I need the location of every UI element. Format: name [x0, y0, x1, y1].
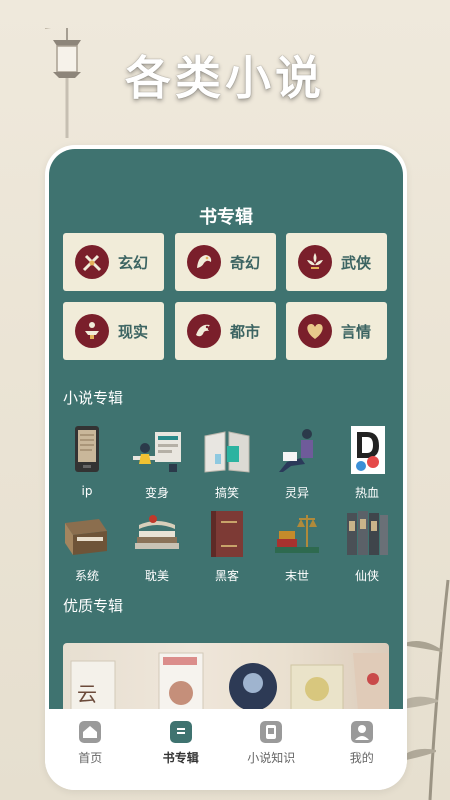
- tab-label: 我的: [349, 751, 374, 765]
- svg-text:云: 云: [77, 682, 97, 706]
- city-dragon-icon: [187, 314, 221, 348]
- novel-section-title: 小说专辑: [63, 389, 124, 407]
- knowledge-icon: [260, 721, 283, 743]
- tab-label: 小说知识: [247, 751, 296, 765]
- fleur-icon: [298, 245, 332, 279]
- promo-headline: 各类小说: [125, 51, 325, 105]
- genre-card-dushi[interactable]: 都市: [175, 302, 276, 360]
- bottom-tab-bar: 首页 书专辑 小说知识 我的: [45, 709, 407, 790]
- tab-profile[interactable]: 我的: [317, 709, 408, 790]
- app-screen: 书专辑 玄幻 奇幻 武侠 现实 都市 言情 小说专辑 ip 变身 搞笑 灵异 热…: [49, 149, 403, 709]
- profile-icon: [350, 721, 373, 743]
- genre-card-xuanhuan[interactable]: 玄幻: [63, 233, 164, 291]
- ereader-icon: [59, 424, 115, 478]
- genre-card-wuxia[interactable]: 武侠: [286, 233, 387, 291]
- book-box-icon: [59, 507, 115, 561]
- scroll-books-icon: [129, 507, 185, 561]
- tab-knowledge[interactable]: 小说知识: [226, 709, 317, 790]
- genre-label: 都市: [230, 322, 261, 341]
- genre-card-qihuan[interactable]: 奇幻: [175, 233, 276, 291]
- quality-banner[interactable]: 云: [63, 643, 389, 709]
- genre-card-yanqing[interactable]: 言情: [286, 302, 387, 360]
- red-book-icon: [199, 507, 255, 561]
- genre-label: 言情: [341, 322, 372, 341]
- genre-label: 武侠: [341, 253, 372, 272]
- novel-tile-moshi[interactable]: 末世: [269, 507, 325, 584]
- swords-icon: [75, 245, 109, 279]
- heart-icon: [298, 314, 332, 348]
- genre-label: 玄幻: [118, 253, 149, 272]
- genre-label: 奇幻: [230, 253, 261, 272]
- dragon-icon: [187, 245, 221, 279]
- banner-artwork-icon: 云: [70, 652, 389, 709]
- tile-label: 耽美: [144, 569, 169, 583]
- tile-label: ip: [81, 484, 93, 498]
- novel-tile-lingyi[interactable]: 灵异: [269, 424, 325, 501]
- tile-label: 灵异: [284, 486, 309, 500]
- novel-tile-xitong[interactable]: 系统: [59, 507, 115, 584]
- tile-label: 热血: [354, 486, 379, 500]
- book-list-icon: [169, 721, 192, 743]
- tab-label: 首页: [78, 751, 103, 765]
- phone-frame: 书专辑 玄幻 奇幻 武侠 现实 都市 言情 小说专辑 ip 变身 搞笑 灵异 热…: [45, 145, 407, 790]
- tab-label: 书专辑: [162, 751, 199, 765]
- tile-label: 仙侠: [354, 569, 379, 583]
- lamp-icon: [75, 314, 109, 348]
- tile-label: 末世: [284, 569, 309, 583]
- tab-home[interactable]: 首页: [45, 709, 136, 790]
- novel-tile-gaoxiao[interactable]: 搞笑: [199, 424, 255, 501]
- home-icon: [79, 721, 102, 743]
- novel-tile-ip[interactable]: ip: [59, 424, 115, 498]
- tile-label: 变身: [144, 486, 169, 500]
- book-spines-icon: [339, 507, 395, 561]
- novel-tile-bianshen[interactable]: 变身: [129, 424, 185, 501]
- sitting-person-icon: [269, 424, 325, 478]
- open-book-icon: [199, 424, 255, 478]
- tile-label: 搞笑: [214, 486, 239, 500]
- quality-section-title: 优质专辑: [63, 597, 124, 615]
- tile-label: 黑客: [214, 569, 239, 583]
- novel-tile-rexue[interactable]: 热血: [339, 424, 395, 501]
- novel-tile-xianxia[interactable]: 仙侠: [339, 507, 395, 584]
- novel-tile-danmei[interactable]: 耽美: [129, 507, 185, 584]
- genre-card-xianshi[interactable]: 现实: [63, 302, 164, 360]
- desk-illustration-icon: [129, 424, 185, 478]
- letter-d-icon: [339, 424, 395, 478]
- novel-tile-heike[interactable]: 黑客: [199, 507, 255, 584]
- tab-book-list[interactable]: 书专辑: [136, 709, 227, 790]
- tile-label: 系统: [74, 569, 99, 583]
- genre-label: 现实: [118, 322, 149, 341]
- scale-books-icon: [269, 507, 325, 561]
- book-section-title: 书专辑: [199, 207, 253, 228]
